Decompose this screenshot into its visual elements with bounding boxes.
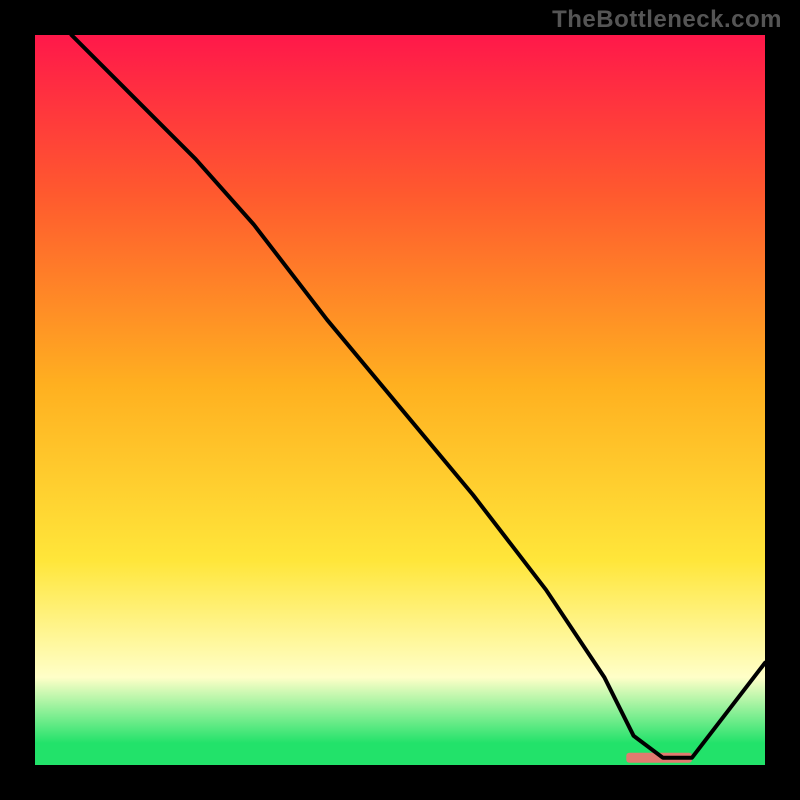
gradient-background [35,35,765,765]
chart-svg [35,35,765,765]
chart-frame: TheBottleneck.com [0,0,800,800]
plot-area [35,35,765,765]
watermark-text: TheBottleneck.com [552,6,782,34]
